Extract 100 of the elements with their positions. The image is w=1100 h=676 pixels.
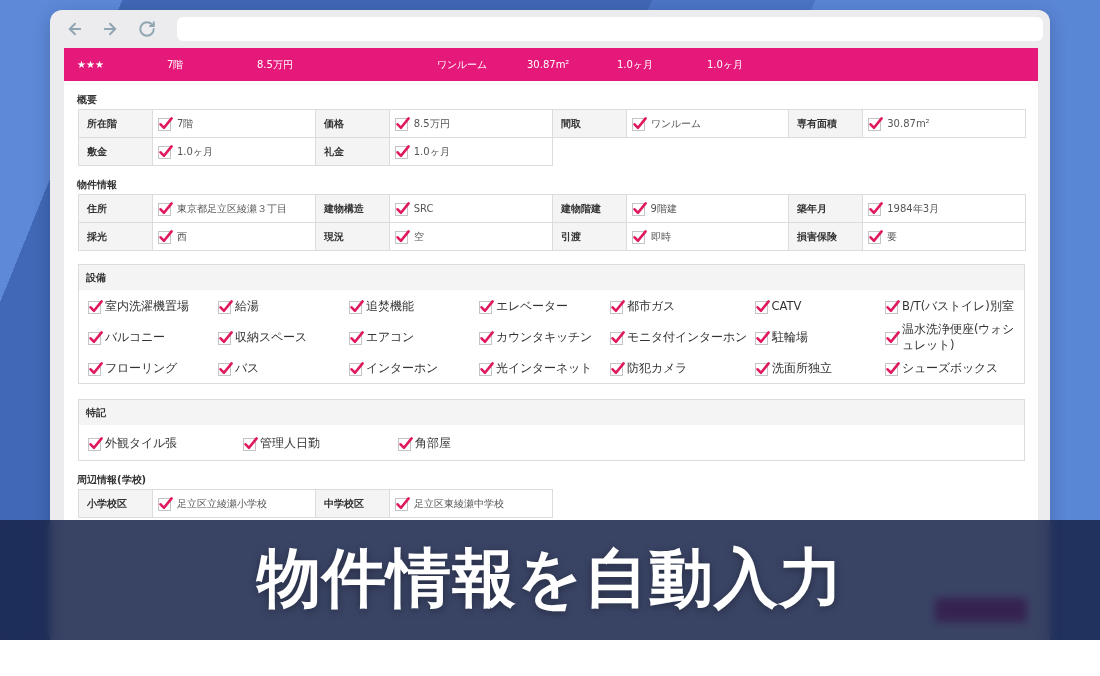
banner-title: 物件情報を自動入力 bbox=[256, 542, 844, 614]
summary-value: 30.87m² bbox=[527, 59, 570, 70]
checkbox-label: インターホン bbox=[365, 360, 438, 376]
checkbox[interactable] bbox=[348, 298, 364, 314]
field-label: 専有面積 bbox=[788, 109, 864, 138]
checkbox-label: カウンタキッチン bbox=[496, 329, 593, 345]
field-value: 7階 bbox=[177, 116, 194, 131]
checkbox-label: 光インターネット bbox=[496, 360, 593, 376]
checkbox[interactable] bbox=[754, 360, 770, 376]
checkbox[interactable] bbox=[885, 298, 900, 314]
field-value: 足立区立綾瀬小学校 bbox=[177, 496, 267, 511]
checkbox-label: シューズボックス bbox=[902, 360, 998, 376]
summary-value: 1.0ヶ月 bbox=[617, 57, 653, 72]
checkbox-label: 管理人日勤 bbox=[260, 435, 320, 451]
field-value: SRC bbox=[413, 203, 434, 214]
checkbox[interactable] bbox=[218, 329, 234, 345]
field-label: 建物階建 bbox=[551, 194, 627, 223]
checkbox[interactable] bbox=[348, 360, 364, 376]
checkbox-label: 角部屋 bbox=[415, 435, 451, 451]
checkbox[interactable] bbox=[609, 329, 625, 345]
checkbox[interactable] bbox=[88, 435, 103, 451]
field-label: 建物構造 bbox=[314, 194, 390, 223]
checkbox[interactable] bbox=[158, 116, 173, 131]
checkbox-label: エレベーター bbox=[496, 298, 569, 314]
checkbox[interactable] bbox=[885, 360, 900, 376]
checkbox[interactable] bbox=[348, 329, 364, 345]
checkbox[interactable] bbox=[88, 360, 103, 376]
section-title: 周辺情報(学校) bbox=[77, 473, 147, 487]
section-title: 物件情報 bbox=[77, 178, 117, 192]
checkbox[interactable] bbox=[479, 329, 495, 345]
field-label: 礼金 bbox=[314, 137, 390, 166]
field-label: 敷金 bbox=[78, 137, 153, 166]
checkbox-label: 室内洗濯機置場 bbox=[105, 298, 189, 314]
checkbox[interactable] bbox=[394, 229, 410, 244]
field-label: 小学校区 bbox=[78, 489, 153, 518]
field-label: 中学校区 bbox=[314, 489, 390, 518]
field-label: 所在階 bbox=[78, 109, 153, 138]
field-value: 30.87m² bbox=[887, 118, 930, 129]
summary-value: 8.5万円 bbox=[257, 57, 293, 72]
checkbox-label: モニタ付インターホン bbox=[626, 329, 747, 345]
checkbox-label: エアコン bbox=[365, 329, 414, 345]
field-value: 即時 bbox=[650, 229, 671, 244]
checkbox-label: バルコニー bbox=[105, 329, 165, 345]
checkbox[interactable] bbox=[218, 298, 234, 314]
checkbox[interactable] bbox=[218, 360, 234, 376]
summary-value: ★★★ bbox=[77, 59, 104, 70]
checkbox[interactable] bbox=[88, 298, 103, 314]
field-label: 採光 bbox=[78, 222, 153, 251]
field-value: 東京都足立区綾瀬３丁目 bbox=[177, 201, 287, 216]
checkbox[interactable] bbox=[868, 229, 884, 244]
checkbox[interactable] bbox=[885, 329, 900, 345]
checkbox[interactable] bbox=[609, 298, 625, 314]
field-label: 価格 bbox=[314, 109, 390, 138]
checkbox[interactable] bbox=[631, 116, 647, 131]
checkbox[interactable] bbox=[609, 360, 625, 376]
checkbox[interactable] bbox=[868, 116, 884, 131]
checkbox[interactable] bbox=[868, 201, 884, 216]
field-label: 築年月 bbox=[788, 194, 864, 223]
checkbox-label: 追焚機能 bbox=[365, 298, 414, 314]
checkbox[interactable] bbox=[158, 229, 173, 244]
checkbox-label: CATV bbox=[771, 298, 802, 314]
checkbox-label: バス bbox=[235, 360, 260, 376]
checkbox[interactable] bbox=[631, 201, 647, 216]
checkbox-label: 防犯カメラ bbox=[626, 360, 687, 376]
field-label: 間取 bbox=[551, 109, 627, 138]
checkbox[interactable] bbox=[158, 496, 173, 511]
field-value: 空 bbox=[413, 229, 424, 244]
checkbox[interactable] bbox=[394, 144, 410, 159]
checkbox-label: 給湯 bbox=[235, 298, 260, 314]
checkbox[interactable] bbox=[631, 229, 647, 244]
section-title: 概要 bbox=[77, 93, 97, 107]
checkbox-label: 外観タイル張 bbox=[105, 435, 177, 451]
field-label: 損害保険 bbox=[788, 222, 864, 251]
section-header: 設備 bbox=[79, 265, 1024, 290]
checkbox[interactable] bbox=[158, 201, 173, 216]
field-label: 現況 bbox=[314, 222, 390, 251]
checkbox[interactable] bbox=[243, 435, 258, 451]
checkbox[interactable] bbox=[158, 144, 173, 159]
checkbox[interactable] bbox=[754, 329, 770, 345]
checkbox[interactable] bbox=[394, 496, 410, 511]
field-value: 1.0ヶ月 bbox=[413, 144, 450, 159]
checkbox[interactable] bbox=[479, 298, 495, 314]
checkbox[interactable] bbox=[394, 116, 410, 131]
checkbox[interactable] bbox=[754, 298, 770, 314]
summary-value: 1.0ヶ月 bbox=[707, 57, 743, 72]
field-label: 住所 bbox=[78, 194, 153, 223]
field-value: 足立区東綾瀬中学校 bbox=[413, 496, 504, 511]
summary-value: ワンルーム bbox=[437, 57, 487, 72]
checkbox[interactable] bbox=[398, 435, 413, 451]
checkbox[interactable] bbox=[394, 201, 410, 216]
checkbox-label: B/T(バストイレ)別室 bbox=[902, 298, 1014, 314]
field-value: 要 bbox=[887, 229, 898, 244]
field-value: 8.5万円 bbox=[413, 116, 450, 131]
field-label: 引渡 bbox=[551, 222, 627, 251]
field-value: 西 bbox=[177, 229, 187, 244]
checkbox[interactable] bbox=[88, 329, 103, 345]
field-value: 1984年3月 bbox=[887, 201, 940, 216]
field-value: ワンルーム bbox=[650, 116, 701, 131]
checkbox-label: フローリング bbox=[105, 360, 177, 376]
checkbox[interactable] bbox=[479, 360, 495, 376]
